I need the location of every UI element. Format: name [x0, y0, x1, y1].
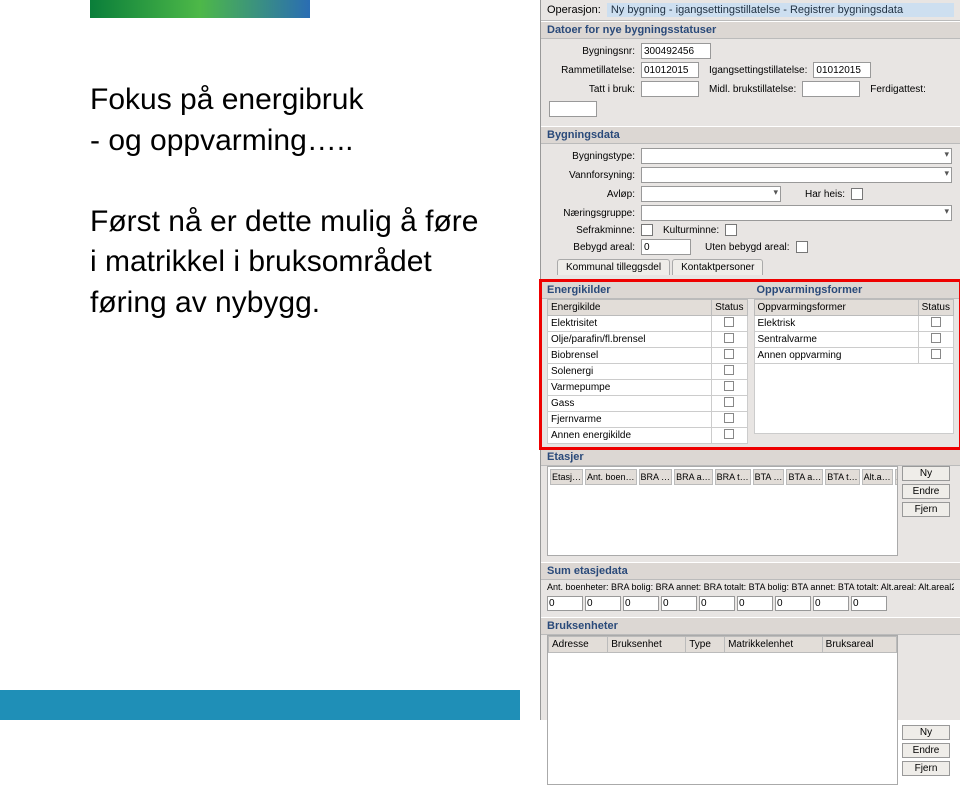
energikilde-status[interactable] — [712, 412, 747, 428]
section-bruksenheter: Bruksenheter — [541, 617, 960, 635]
brand-bar — [90, 0, 310, 18]
bygningstype-label: Bygningstype: — [549, 151, 637, 162]
bruksenheter-table: AdresseBruksenhetTypeMatrikkelenhetBruks… — [548, 636, 897, 653]
oppvarming-cell: Sentralvarme — [754, 332, 918, 348]
energikilde-cell: Gass — [548, 396, 712, 412]
oppvarming-status[interactable] — [918, 316, 953, 332]
energikilde-status[interactable] — [712, 396, 747, 412]
sum-value-input[interactable] — [699, 596, 735, 611]
vann-label: Vannforsyning: — [549, 170, 637, 181]
naering-dropdown[interactable] — [641, 205, 952, 221]
uten-label: Uten bebygd areal: — [705, 242, 792, 253]
oppvarming-cell: Elektrisk — [754, 316, 918, 332]
etasjer-table: Etasj…Ant. boen…BRA …BRA a…BRA t…BTA …BT… — [548, 467, 898, 487]
section-energikilder: Energikilder — [541, 281, 751, 299]
section-datoer: Datoer for nye bygningsstatuser — [541, 21, 960, 39]
energikilde-cell: Fjernvarme — [548, 412, 712, 428]
sum-value-input[interactable] — [775, 596, 811, 611]
footer-bar — [0, 690, 520, 720]
tatt-label: Tatt i bruk: — [549, 84, 637, 95]
oppvarming-status[interactable] — [918, 332, 953, 348]
app-panel: Operasjon: Ny bygning - igangsettingstil… — [540, 0, 960, 720]
slide-heading: Fokus på energibruk- og oppvarming….. Fø… — [90, 80, 500, 323]
sefrak-label: Sefrakminne: — [549, 225, 637, 236]
energikilde-cell: Olje/parafin/fl.brensel — [548, 332, 712, 348]
etasjer-fjern-button[interactable]: Fjern — [902, 502, 950, 517]
energikilde-status[interactable] — [712, 348, 747, 364]
bebygd-input[interactable] — [641, 239, 691, 255]
energikilde-cell: Annen energikilde — [548, 428, 712, 444]
energikilde-cell: Biobrensel — [548, 348, 712, 364]
energikilde-status[interactable] — [712, 364, 747, 380]
bebygd-label: Bebygd areal: — [549, 242, 637, 253]
energikilde-cell: Solenergi — [548, 364, 712, 380]
ferdig-input[interactable] — [549, 101, 597, 117]
energikilder-table: EnergikildeStatus ElektrisitetOlje/paraf… — [547, 299, 748, 444]
sum-value-input[interactable] — [851, 596, 887, 611]
sum-value-input[interactable] — [547, 596, 583, 611]
avlop-label: Avløp: — [549, 189, 637, 200]
energikilde-status[interactable] — [712, 380, 747, 396]
bruks-ny-button[interactable]: Ny — [902, 725, 950, 740]
ferdig-label: Ferdigattest: — [870, 84, 928, 95]
tatt-input[interactable] — [641, 81, 699, 97]
harheis-label: Har heis: — [805, 189, 847, 200]
etasjer-endre-button[interactable]: Endre — [902, 484, 950, 499]
energikilde-status[interactable] — [712, 316, 747, 332]
operation-label: Operasjon: — [547, 4, 601, 16]
tab-kontakt[interactable]: Kontaktpersoner — [672, 259, 763, 275]
midl-input[interactable] — [802, 81, 860, 97]
bruks-fjern-button[interactable]: Fjern — [902, 761, 950, 776]
vann-dropdown[interactable] — [641, 167, 952, 183]
etasjer-ny-button[interactable]: Ny — [902, 466, 950, 481]
bygningstype-dropdown[interactable] — [641, 148, 952, 164]
energikilde-status[interactable] — [712, 428, 747, 444]
naering-label: Næringsgruppe: — [549, 208, 637, 219]
igang-label: Igangsettingstillatelse: — [709, 65, 809, 76]
bruks-endre-button[interactable]: Endre — [902, 743, 950, 758]
sum-value-input[interactable] — [623, 596, 659, 611]
tab-kommunal[interactable]: Kommunal tilleggsdel — [557, 259, 670, 275]
energikilde-status[interactable] — [712, 332, 747, 348]
energikilde-cell: Varmepumpe — [548, 380, 712, 396]
section-etasjer: Etasjer — [541, 448, 960, 466]
oppvarming-status[interactable] — [918, 348, 953, 364]
kultur-checkbox[interactable] — [725, 224, 737, 236]
midl-label: Midl. brukstillatelse: — [709, 84, 798, 95]
harheis-checkbox[interactable] — [851, 188, 863, 200]
kultur-label: Kulturminne: — [663, 225, 721, 236]
bygningsnr-label: Bygningsnr: — [549, 46, 637, 57]
sum-value-input[interactable] — [585, 596, 621, 611]
igang-input[interactable] — [813, 62, 871, 78]
ramme-input[interactable] — [641, 62, 699, 78]
operation-value: Ny bygning - igangsettingstillatelse - R… — [607, 3, 954, 17]
bygningsnr-input[interactable] — [641, 43, 711, 59]
sum-value-input[interactable] — [661, 596, 697, 611]
oppvarming-table: OppvarmingsformerStatus ElektriskSentral… — [754, 299, 955, 364]
sum-value-input[interactable] — [813, 596, 849, 611]
section-sum: Sum etasjedata — [541, 562, 960, 580]
sum-value-input[interactable] — [737, 596, 773, 611]
uten-checkbox[interactable] — [796, 241, 808, 253]
section-bygningsdata: Bygningsdata — [541, 126, 960, 144]
sefrak-checkbox[interactable] — [641, 224, 653, 236]
oppvarming-cell: Annen oppvarming — [754, 348, 918, 364]
ramme-label: Rammetillatelse: — [549, 65, 637, 76]
sum-labels: Ant. boenheter: BRA bolig: BRA annet: BR… — [547, 582, 954, 592]
energikilde-cell: Elektrisitet — [548, 316, 712, 332]
avlop-dropdown[interactable] — [641, 186, 781, 202]
section-oppvarming: Oppvarmingsformer — [751, 281, 960, 299]
